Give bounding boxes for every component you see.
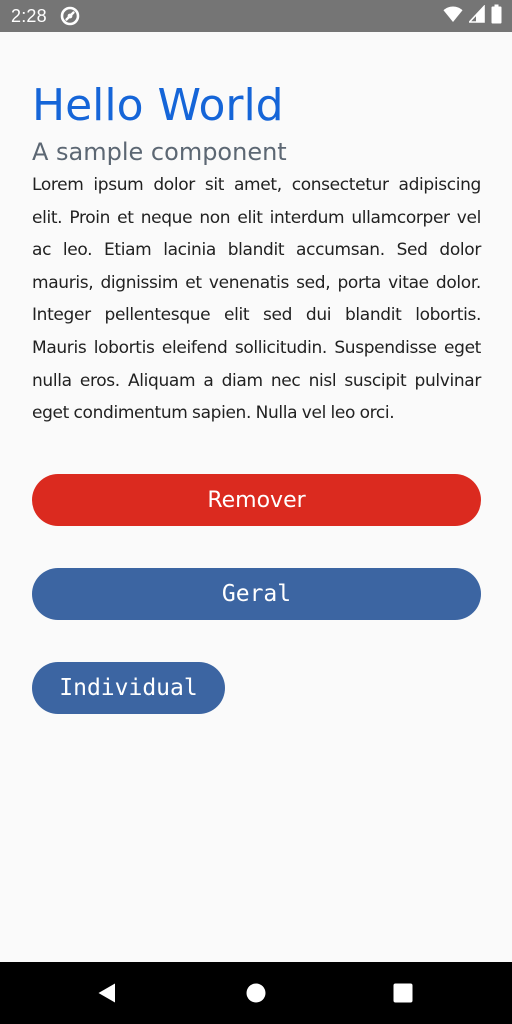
page-title: Hello World <box>32 80 284 131</box>
signal-icon <box>467 3 485 28</box>
body-paragraph: Lorem ipsum dolor sit amet, consectetur … <box>32 175 481 424</box>
navigation-bar <box>0 962 512 1024</box>
status-bar: 2:28 <box>0 0 512 32</box>
recents-icon[interactable] <box>373 962 433 1024</box>
page-subtitle: A sample component <box>32 138 287 166</box>
remove-button[interactable]: Remover <box>32 474 481 526</box>
app-notification-icon <box>60 6 80 26</box>
wifi-icon <box>443 5 463 28</box>
main-content: Hello World A sample component Lorem ips… <box>32 78 481 430</box>
battery-icon <box>491 4 502 29</box>
back-icon[interactable] <box>77 962 137 1024</box>
status-time: 2:28 <box>11 5 47 26</box>
individual-button[interactable]: Individual <box>32 662 225 714</box>
status-icons <box>443 3 502 29</box>
home-icon[interactable] <box>226 962 286 1024</box>
geral-button[interactable]: Geral <box>32 568 481 620</box>
